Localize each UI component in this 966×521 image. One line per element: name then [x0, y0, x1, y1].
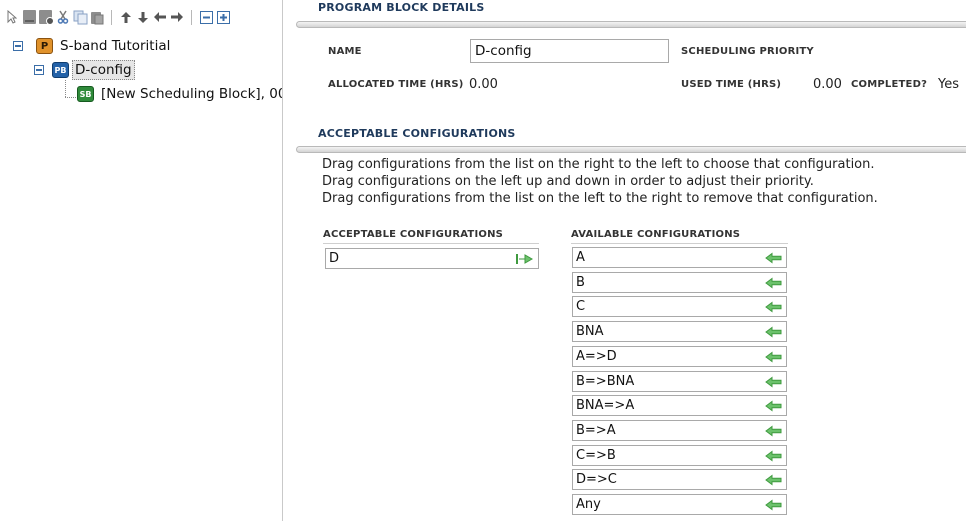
available-config-item[interactable]: A — [572, 247, 787, 268]
expand-all-icon[interactable] — [215, 8, 231, 26]
name-input[interactable] — [470, 39, 669, 63]
available-config-item[interactable]: BNA=>A — [572, 395, 787, 417]
collapse-toggle-icon[interactable] — [34, 65, 44, 75]
new-document-icon[interactable] — [21, 8, 37, 26]
copy-icon[interactable] — [72, 8, 88, 26]
used-time-value: 0.00 — [813, 77, 842, 92]
config-label: Any — [576, 497, 601, 512]
available-config-item[interactable]: Any — [572, 494, 787, 515]
section-title: ACCEPTABLE CONFIGURATIONS — [318, 127, 516, 140]
add-arrow-icon[interactable] — [764, 277, 782, 289]
available-config-item[interactable]: B=>A — [572, 419, 787, 441]
config-label: A=>D — [576, 348, 617, 364]
config-label: D — [329, 251, 340, 266]
tree-node-label[interactable]: D-config — [72, 60, 135, 80]
available-config-item[interactable]: A=>D — [572, 345, 787, 367]
move-left-icon[interactable] — [152, 8, 168, 26]
available-config-item[interactable]: C=>B — [572, 444, 787, 466]
tree-connector — [65, 80, 66, 97]
toolbar-separator — [111, 9, 112, 25]
instruction-text: Drag configurations from the list on the… — [322, 191, 878, 206]
config-label: B=>A — [576, 422, 616, 438]
acceptable-list-header: ACCEPTABLE CONFIGURATIONS — [323, 229, 539, 244]
config-label: D=>C — [576, 472, 617, 488]
section-divider — [296, 146, 966, 153]
add-arrow-icon[interactable] — [764, 400, 782, 412]
config-label: C=>B — [576, 447, 616, 463]
tree-node-program-block: PB D-config — [34, 60, 135, 80]
add-arrow-icon[interactable] — [764, 376, 782, 388]
add-arrow-icon[interactable] — [764, 425, 782, 437]
available-config-item[interactable]: B=>BNA — [572, 370, 787, 392]
cut-icon[interactable] — [55, 8, 71, 26]
move-up-icon[interactable] — [118, 8, 134, 26]
instruction-text: Drag configurations on the left up and d… — [322, 174, 814, 189]
completed-value: Yes — [938, 77, 959, 92]
config-label: B — [576, 274, 585, 290]
move-right-icon[interactable] — [169, 8, 185, 26]
config-label: B=>BNA — [576, 373, 635, 389]
paste-icon[interactable] — [89, 8, 105, 26]
completed-label: COMPLETED? — [851, 79, 928, 90]
add-arrow-icon[interactable] — [764, 474, 782, 486]
acceptable-config-item[interactable]: D — [325, 248, 539, 269]
add-arrow-icon[interactable] — [764, 326, 782, 338]
add-arrow-icon[interactable] — [764, 351, 782, 363]
allocated-time-value: 0.00 — [469, 77, 498, 92]
add-arrow-icon[interactable] — [764, 301, 782, 313]
instruction-text: Drag configurations from the list on the… — [322, 157, 875, 172]
tree-node-project: P S-band Tutoritial — [13, 36, 172, 56]
config-label: BNA — [576, 324, 604, 340]
tree-node-label[interactable]: S-band Tutoritial — [58, 37, 172, 55]
tree-toolbar — [4, 7, 232, 27]
section-title: PROGRAM BLOCK DETAILS — [318, 1, 485, 14]
available-config-item[interactable]: BNA — [572, 321, 787, 343]
available-config-item[interactable]: C — [572, 296, 787, 318]
scheduling-block-icon: SB — [77, 86, 94, 102]
allocated-time-label: ALLOCATED TIME (HRS) — [328, 79, 464, 90]
config-label: C — [576, 299, 586, 315]
collapse-toggle-icon[interactable] — [13, 41, 23, 51]
add-arrow-icon[interactable] — [764, 499, 782, 511]
project-icon: P — [36, 38, 53, 54]
tree-connector — [65, 97, 76, 98]
name-label: NAME — [328, 46, 362, 57]
scheduling-priority-label: SCHEDULING PRIORITY — [681, 46, 814, 57]
new-program-icon[interactable] — [38, 8, 54, 26]
tree-panel: P S-band Tutoritial PB D-config SB [New … — [0, 0, 283, 521]
select-cursor-icon[interactable] — [4, 8, 20, 26]
config-label: BNA=>A — [576, 398, 635, 414]
toolbar-separator — [191, 9, 192, 25]
tree-node-label[interactable]: [New Scheduling Block], 00:0 — [99, 85, 282, 103]
tree-node-scheduling-block: SB [New Scheduling Block], 00:0 — [77, 84, 282, 104]
remove-arrow-icon[interactable] — [516, 253, 534, 265]
used-time-label: USED TIME (HRS) — [681, 79, 782, 90]
available-config-item[interactable]: B — [572, 271, 787, 293]
available-config-item[interactable]: D=>C — [572, 469, 787, 491]
add-arrow-icon[interactable] — [764, 450, 782, 462]
program-block-icon: PB — [52, 62, 69, 78]
detail-panel: PROGRAM BLOCK DETAILS NAME SCHEDULING PR… — [284, 0, 966, 521]
available-list-header: AVAILABLE CONFIGURATIONS — [571, 229, 788, 244]
collapse-all-icon[interactable] — [198, 8, 214, 26]
move-down-icon[interactable] — [135, 8, 151, 26]
config-label: A — [576, 250, 585, 265]
section-divider — [296, 21, 966, 28]
add-arrow-icon[interactable] — [764, 252, 782, 264]
